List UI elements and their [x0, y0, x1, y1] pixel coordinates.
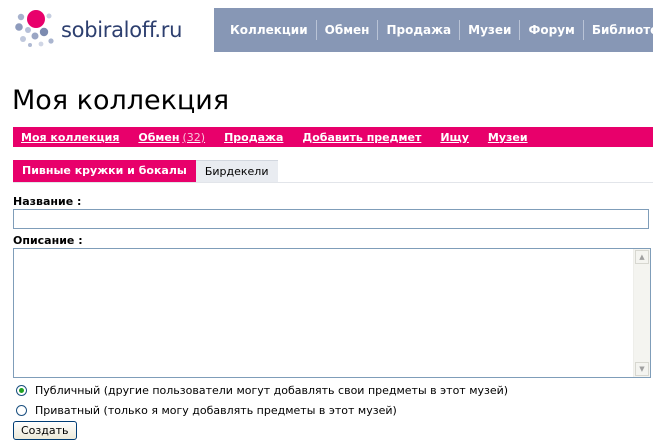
- scroll-up-icon[interactable]: ▲: [635, 250, 649, 264]
- subnav-museums[interactable]: Музеи: [488, 131, 528, 144]
- nav-collections[interactable]: Коллекции: [222, 20, 316, 40]
- collection-tabs: Пивные кружки и бокалы Бирдекели: [13, 160, 278, 183]
- subnav-looking-for[interactable]: Ищу: [440, 131, 469, 144]
- subnav-my-collection[interactable]: Моя коллекция: [21, 131, 119, 144]
- subnav-exchange-label: Обмен: [138, 130, 180, 144]
- nav-library[interactable]: Библиотека: [582, 20, 653, 40]
- private-radio-label: Приватный (только я могу добавлять предм…: [35, 404, 397, 417]
- nav-forum[interactable]: Форум: [519, 20, 582, 40]
- logo-dots-icon: [15, 10, 54, 47]
- collection-subnav: Моя коллекция Обмен (32) Продажа Добавить…: [13, 127, 653, 147]
- public-option[interactable]: Публичный (другие пользователи могут доб…: [16, 384, 508, 397]
- private-option[interactable]: Приватный (только я могу добавлять предм…: [16, 404, 397, 417]
- create-button[interactable]: Создать: [13, 421, 77, 440]
- description-textarea[interactable]: ▲ ▼: [13, 248, 651, 378]
- description-label: Описание :: [13, 234, 83, 247]
- page-title: Моя коллекция: [12, 85, 230, 116]
- nav-museums[interactable]: Музеи: [459, 20, 519, 40]
- public-radio[interactable]: [16, 385, 27, 396]
- subnav-exchange[interactable]: Обмен (32): [138, 131, 205, 144]
- nav-sale[interactable]: Продажа: [377, 20, 459, 40]
- name-label: Название :: [13, 195, 82, 208]
- subnav-sale[interactable]: Продажа: [224, 131, 283, 144]
- site-logo[interactable]: sobiraloff.ru: [14, 8, 204, 48]
- private-radio[interactable]: [16, 405, 27, 416]
- logo-text: sobiraloff.ru: [61, 18, 183, 42]
- tab-beer-mugs[interactable]: Пивные кружки и бокалы: [13, 160, 196, 182]
- scroll-down-icon[interactable]: ▼: [635, 362, 649, 376]
- subnav-add-item[interactable]: Добавить предмет: [302, 131, 421, 144]
- textarea-scrollbar[interactable]: ▲ ▼: [633, 249, 650, 377]
- public-radio-label: Публичный (другие пользователи могут доб…: [35, 384, 509, 397]
- tabs-divider: [13, 182, 653, 183]
- exchange-count-badge: (32): [182, 130, 206, 144]
- tab-beer-coasters[interactable]: Бирдекели: [195, 160, 278, 183]
- name-input[interactable]: [13, 209, 649, 229]
- top-navigation: Коллекции Обмен Продажа Музеи Форум Библ…: [214, 8, 653, 52]
- nav-exchange[interactable]: Обмен: [315, 20, 378, 40]
